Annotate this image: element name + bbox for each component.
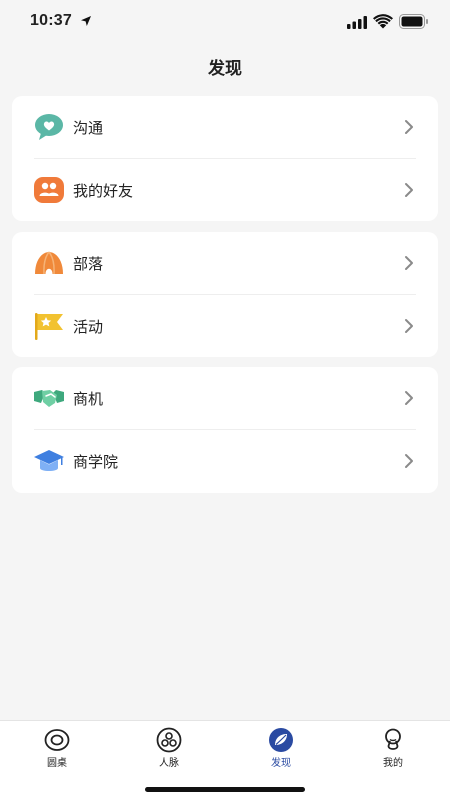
tab-label: 我的: [383, 758, 403, 769]
chevron-right-icon: [405, 183, 413, 197]
menu-item-communication[interactable]: 沟通: [12, 96, 438, 158]
menu-card-community: 部落 活动: [12, 232, 438, 357]
home-indicator: [145, 787, 305, 792]
battery-icon: [399, 14, 428, 29]
page-title: 发现: [208, 59, 242, 79]
menu-item-tribe[interactable]: 部落: [12, 232, 438, 294]
discover-icon: [269, 728, 293, 752]
menu-item-label: 沟通: [73, 119, 104, 137]
tab-label: 人脉: [159, 758, 179, 769]
wifi-icon: [373, 14, 393, 29]
menu-item-activity[interactable]: 活动: [12, 295, 438, 357]
profile-icon: [385, 728, 401, 750]
menu-item-label: 部落: [73, 255, 104, 273]
round-table-icon: [44, 729, 70, 751]
tab-round-table[interactable]: 圆桌: [1, 727, 113, 777]
chevron-right-icon: [405, 454, 413, 468]
chevron-right-icon: [405, 120, 413, 134]
navigation-bar: 发现: [0, 46, 450, 86]
star-flag-icon: [35, 313, 63, 340]
cellular-signal-icon: [347, 16, 367, 29]
menu-item-label: 我的好友: [73, 182, 134, 200]
menu-item-friends[interactable]: 我的好友: [12, 159, 438, 221]
menu-item-label: 商机: [73, 390, 104, 408]
status-bar: 10:37: [0, 0, 450, 46]
tab-profile[interactable]: 我的: [337, 727, 449, 777]
network-icon: [156, 727, 182, 753]
graduation-cap-icon: [34, 450, 64, 471]
status-time: 10:37: [30, 12, 72, 29]
menu-item-business-opportunity[interactable]: 商机: [12, 367, 438, 429]
menu-card-business: 商机 商学院: [12, 367, 438, 493]
tab-label: 圆桌: [47, 758, 67, 769]
tab-discover[interactable]: 发现: [225, 727, 337, 777]
menu-card-social: 沟通 我的好友: [12, 96, 438, 221]
menu-item-label: 活动: [73, 318, 104, 336]
chat-heart-icon: [35, 114, 63, 140]
menu-item-label: 商学院: [73, 453, 119, 471]
chevron-right-icon: [405, 256, 413, 270]
menu-item-academy[interactable]: 商学院: [12, 430, 438, 492]
chevron-right-icon: [405, 319, 413, 333]
chevron-right-icon: [405, 391, 413, 405]
tent-icon: [35, 251, 63, 275]
tab-network[interactable]: 人脉: [113, 727, 225, 777]
location-arrow-icon: [81, 16, 91, 26]
people-icon: [34, 177, 64, 203]
handshake-icon: [34, 390, 64, 407]
tab-label: 发现: [271, 758, 291, 769]
